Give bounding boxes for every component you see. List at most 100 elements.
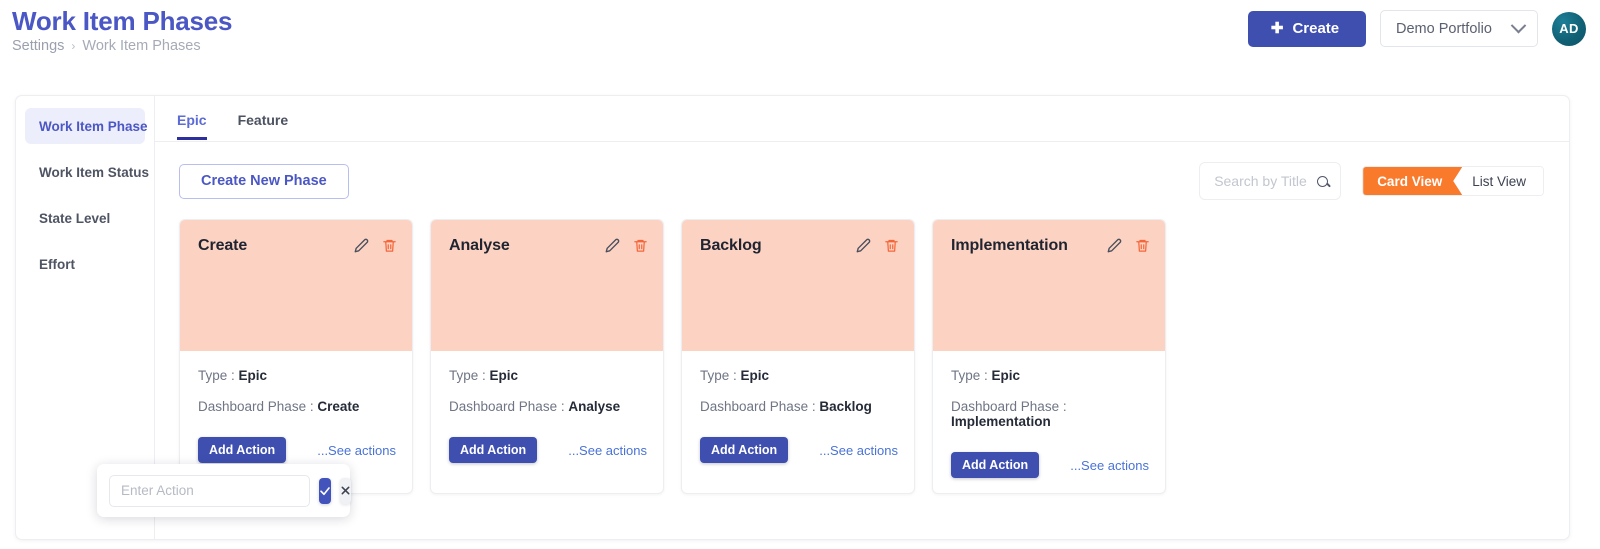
see-actions-link[interactable]: ...See actions <box>819 443 898 458</box>
phase-card-type: Type : Epic <box>198 368 394 383</box>
avatar-initials: AD <box>1559 21 1579 36</box>
phase-card-type: Type : Epic <box>951 368 1147 383</box>
avatar[interactable]: AD <box>1552 11 1586 46</box>
sidebar-item-work-item-status[interactable]: Work Item Status <box>25 154 149 190</box>
pencil-icon[interactable] <box>354 238 369 253</box>
dashboard-phase-label: Dashboard Phase : <box>700 399 816 414</box>
phase-card-dashboard-phase: Dashboard Phase : Implementation <box>951 399 1147 429</box>
pencil-icon[interactable] <box>856 238 871 253</box>
phase-card-title: Create <box>198 237 248 254</box>
phase-card-actions <box>605 234 648 253</box>
phase-card-header: Analyse <box>431 220 663 351</box>
phase-card-title: Analyse <box>449 237 510 254</box>
see-actions-link[interactable]: ...See actions <box>317 443 396 458</box>
breadcrumb-separator-icon: › <box>71 39 76 53</box>
dashboard-phase-value: Analyse <box>568 399 621 414</box>
phase-card-body: Type : Epic Dashboard Phase : Implementa… <box>933 351 1165 429</box>
close-icon <box>341 486 350 495</box>
dashboard-phase-label: Dashboard Phase : <box>198 399 314 414</box>
search-box[interactable] <box>1199 162 1342 200</box>
phase-card-dashboard-phase: Dashboard Phase : Create <box>198 399 394 414</box>
phase-card: Backlog Type : Epic Dashboard Phase: Ba… <box>681 219 915 494</box>
search-icon[interactable] <box>1317 175 1329 187</box>
confirm-action-button[interactable] <box>319 477 331 504</box>
card-view-button[interactable]: Card View <box>1363 167 1462 195</box>
list-view-button[interactable]: List View <box>1462 167 1543 195</box>
pencil-icon[interactable] <box>605 238 620 253</box>
type-value: Epic <box>489 368 519 383</box>
view-toggle: Card View List View <box>1362 166 1544 196</box>
sidebar-item-label: State Level <box>39 210 111 226</box>
tab-label: Feature <box>237 112 289 128</box>
phase-card-header: Implementation <box>933 220 1165 351</box>
portfolio-select-value: Demo Portfolio <box>1396 20 1492 37</box>
type-value: Epic <box>238 368 268 383</box>
trash-icon[interactable] <box>382 238 397 253</box>
cancel-action-button[interactable] <box>340 477 351 504</box>
add-action-button[interactable]: Add Action <box>951 452 1040 478</box>
create-new-phase-button[interactable]: Create New Phase <box>179 163 349 199</box>
tab-feature[interactable]: Feature <box>238 112 289 139</box>
sidebar-item-state-level[interactable]: State Level <box>25 200 145 236</box>
phase-card-header: Create <box>180 220 412 351</box>
dashboard-phase-value: Backlog <box>819 399 872 414</box>
header-actions: ✚ Create Demo Portfolio AD <box>1248 10 1586 47</box>
phase-card-actions <box>1107 234 1150 253</box>
phase-card-dashboard-phase: Dashboard Phase : Backlog <box>700 399 896 414</box>
phase-card-actions <box>856 234 899 253</box>
tab-label: Epic <box>177 112 207 128</box>
dashboard-phase-label: Dashboard Phase : <box>951 399 1067 414</box>
plus-icon: ✚ <box>1270 20 1284 37</box>
portfolio-select[interactable]: Demo Portfolio <box>1380 10 1538 47</box>
phase-card: Implementation Type : Epic Dashboard Pha… <box>932 219 1166 494</box>
action-input[interactable] <box>109 474 310 507</box>
dashboard-phase-label: Dashboard Phase : <box>449 399 565 414</box>
toolbar: Create New Phase Card View List View <box>155 142 1569 220</box>
sidebar-item-work-item-phase[interactable]: Work Item Phase <box>25 108 148 144</box>
phase-card-footer: Add Action ...See actions <box>682 430 914 478</box>
page-header: Work Item Phases Settings › Work Item Ph… <box>0 0 1600 68</box>
trash-icon[interactable] <box>633 238 648 253</box>
phase-card-title: Implementation <box>951 237 1068 254</box>
add-action-button[interactable]: Add Action <box>198 437 287 463</box>
tab-bar: Epic Feature <box>155 96 1569 142</box>
sidebar-item-label: Work Item Status <box>39 164 150 180</box>
tab-epic[interactable]: Epic <box>177 112 207 140</box>
type-value: Epic <box>991 368 1021 383</box>
breadcrumb-root[interactable]: Settings <box>12 38 64 54</box>
see-actions-link[interactable]: ...See actions <box>1070 458 1149 473</box>
phase-card-body: Type : Epic Dashboard Phase : Create <box>180 351 412 414</box>
phase-card-body: Type : Epic Dashboard Phase : Backlog <box>682 351 914 414</box>
type-label: Type : <box>449 368 486 383</box>
phase-card-title: Backlog <box>700 237 762 254</box>
add-action-button[interactable]: Add Action <box>700 437 789 463</box>
trash-icon[interactable] <box>884 238 899 253</box>
phase-card-actions <box>354 234 397 253</box>
chevron-down-icon <box>1510 17 1527 34</box>
create-button[interactable]: ✚ Create <box>1248 10 1366 47</box>
phase-card: Create Type : Epic Dashboard Phase: Cre… <box>179 219 413 494</box>
pencil-icon[interactable] <box>1107 238 1122 253</box>
phase-card: Analyse Type : Epic Dashboard Phase: An… <box>430 219 664 494</box>
page-title: Work Item Phases <box>12 6 233 36</box>
phase-card-body: Type : Epic Dashboard Phase : Analyse <box>431 351 663 414</box>
add-action-button[interactable]: Add Action <box>449 437 538 463</box>
dashboard-phase-value: Implementation <box>951 414 1051 429</box>
create-button-label: Create <box>1292 20 1340 37</box>
see-actions-link[interactable]: ...See actions <box>568 443 647 458</box>
dashboard-phase-value: Create <box>317 399 360 414</box>
phase-card-header: Backlog <box>682 220 914 351</box>
trash-icon[interactable] <box>1135 238 1150 253</box>
phase-card-footer: Add Action ...See actions <box>933 445 1165 493</box>
toolbar-right: Card View List View <box>1199 162 1544 200</box>
breadcrumb: Settings › Work Item Phases <box>12 38 201 54</box>
phase-card-grid: Create Type : Epic Dashboard Phase: Cre… <box>179 219 1166 494</box>
breadcrumb-current: Work Item Phases <box>82 38 201 54</box>
type-label: Type : <box>198 368 235 383</box>
check-icon <box>320 486 330 495</box>
search-input[interactable] <box>1214 173 1312 189</box>
type-label: Type : <box>700 368 737 383</box>
add-action-popup <box>97 464 351 517</box>
sidebar-item-effort[interactable]: Effort <box>25 246 145 282</box>
phase-card-type: Type : Epic <box>700 368 896 383</box>
